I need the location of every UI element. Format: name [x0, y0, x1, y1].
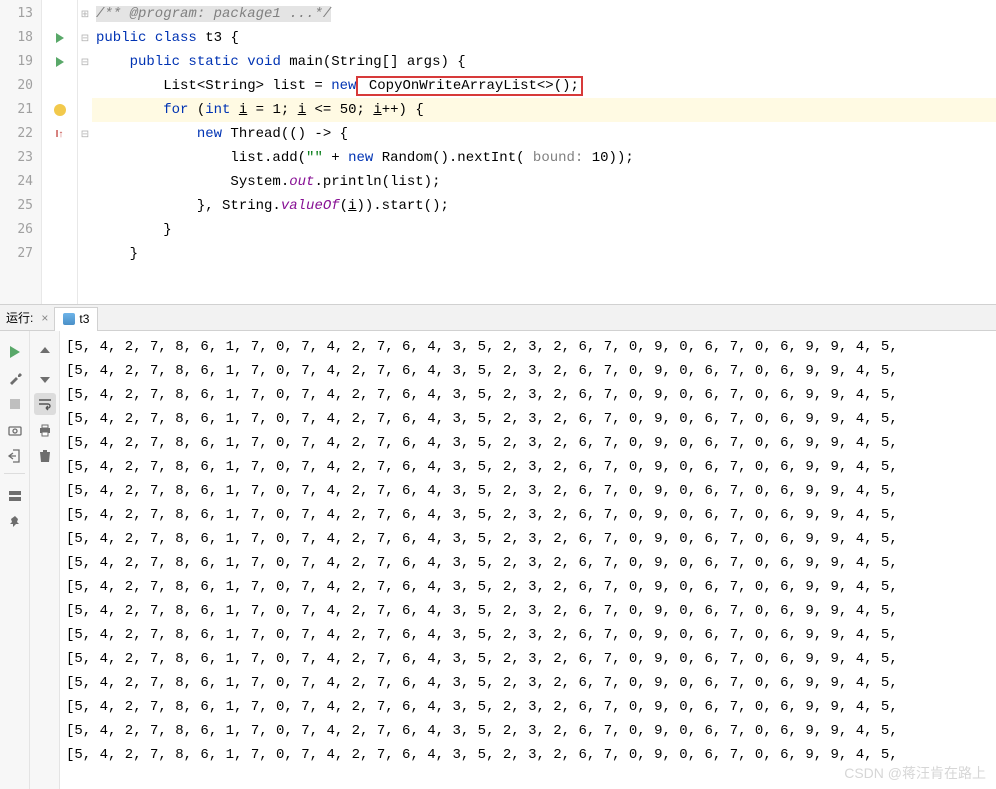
- line-number: 18: [0, 26, 41, 50]
- implements-gutter-icon[interactable]: I↑: [42, 122, 77, 146]
- console-line: [5, 4, 2, 7, 8, 6, 1, 7, 0, 7, 4, 2, 7, …: [66, 719, 996, 743]
- up-icon[interactable]: [34, 341, 56, 363]
- camera-icon[interactable]: [4, 419, 26, 441]
- pin-icon[interactable]: [4, 511, 26, 533]
- console-line: [5, 4, 2, 7, 8, 6, 1, 7, 0, 7, 4, 2, 7, …: [66, 335, 996, 359]
- console-line: [5, 4, 2, 7, 8, 6, 1, 7, 0, 7, 4, 2, 7, …: [66, 671, 996, 695]
- line-number: 27: [0, 242, 41, 266]
- line-numbers: 1318192021222324252627: [0, 0, 42, 304]
- code-line[interactable]: }: [92, 242, 996, 266]
- console-line: [5, 4, 2, 7, 8, 6, 1, 7, 0, 7, 4, 2, 7, …: [66, 407, 996, 431]
- code-line[interactable]: public class t3 {: [92, 26, 996, 50]
- gutter-blank: [42, 146, 77, 170]
- watermark-text: CSDN @蒋汪肯在路上: [844, 763, 986, 783]
- gutter-blank: [42, 170, 77, 194]
- gutter-blank: [42, 74, 77, 98]
- gutter-marks[interactable]: I↑: [42, 0, 78, 304]
- run-tab-label: t3: [79, 312, 89, 326]
- code-area[interactable]: /** @program: package1 ...*/public class…: [92, 0, 996, 304]
- run-gutter-icon[interactable]: [42, 50, 77, 74]
- line-number: 13: [0, 2, 41, 26]
- fold-column[interactable]: ⊞⊟⊟⊟: [78, 0, 92, 304]
- run-sidebar-left: [0, 331, 30, 789]
- fold-toggle[interactable]: ⊟: [78, 50, 92, 74]
- wrench-icon[interactable]: [4, 367, 26, 389]
- fold-toggle[interactable]: ⊞: [78, 2, 92, 26]
- code-line[interactable]: List<String> list = new CopyOnWriteArray…: [92, 74, 996, 98]
- fold-toggle: [78, 74, 92, 98]
- code-line[interactable]: /** @program: package1 ...*/: [92, 2, 996, 26]
- soft-wrap-icon[interactable]: [34, 393, 56, 415]
- line-number: 24: [0, 170, 41, 194]
- run-label: 运行:: [6, 309, 33, 326]
- code-line[interactable]: new Thread(() -> {: [92, 122, 996, 146]
- gutter-blank: [42, 218, 77, 242]
- down-icon[interactable]: [34, 367, 56, 389]
- fold-toggle: [78, 218, 92, 242]
- console-line: [5, 4, 2, 7, 8, 6, 1, 7, 0, 7, 4, 2, 7, …: [66, 647, 996, 671]
- fold-toggle: [78, 170, 92, 194]
- console-line: [5, 4, 2, 7, 8, 6, 1, 7, 0, 7, 4, 2, 7, …: [66, 359, 996, 383]
- line-number: 20: [0, 74, 41, 98]
- line-number: 23: [0, 146, 41, 170]
- rerun-icon[interactable]: [4, 341, 26, 363]
- console-line: [5, 4, 2, 7, 8, 6, 1, 7, 0, 7, 4, 2, 7, …: [66, 623, 996, 647]
- app-icon: [63, 313, 75, 325]
- code-line[interactable]: }, String.valueOf(i)).start();: [92, 194, 996, 218]
- close-icon[interactable]: ×: [41, 311, 48, 325]
- console-line: [5, 4, 2, 7, 8, 6, 1, 7, 0, 7, 4, 2, 7, …: [66, 527, 996, 551]
- line-number: 21: [0, 98, 41, 122]
- console-line: [5, 4, 2, 7, 8, 6, 1, 7, 0, 7, 4, 2, 7, …: [66, 431, 996, 455]
- console-line: [5, 4, 2, 7, 8, 6, 1, 7, 0, 7, 4, 2, 7, …: [66, 695, 996, 719]
- code-line[interactable]: System.out.println(list);: [92, 170, 996, 194]
- fold-toggle: [78, 242, 92, 266]
- console-line: [5, 4, 2, 7, 8, 6, 1, 7, 0, 7, 4, 2, 7, …: [66, 383, 996, 407]
- console-line: [5, 4, 2, 7, 8, 6, 1, 7, 0, 7, 4, 2, 7, …: [66, 503, 996, 527]
- layout-icon[interactable]: [4, 485, 26, 507]
- console-line: [5, 4, 2, 7, 8, 6, 1, 7, 0, 7, 4, 2, 7, …: [66, 551, 996, 575]
- run-panel: [5, 4, 2, 7, 8, 6, 1, 7, 0, 7, 4, 2, 7, …: [0, 305, 996, 789]
- console-output[interactable]: [5, 4, 2, 7, 8, 6, 1, 7, 0, 7, 4, 2, 7, …: [60, 331, 996, 789]
- code-line[interactable]: }: [92, 218, 996, 242]
- console-line: [5, 4, 2, 7, 8, 6, 1, 7, 0, 7, 4, 2, 7, …: [66, 455, 996, 479]
- stop-icon[interactable]: [4, 393, 26, 415]
- run-tab[interactable]: t3: [54, 307, 98, 331]
- run-tool-header: 运行: × t3: [0, 305, 996, 331]
- run-gutter-icon[interactable]: [42, 26, 77, 50]
- fold-toggle: [78, 146, 92, 170]
- run-sidebar-right: [30, 331, 60, 789]
- fold-toggle: [78, 98, 92, 122]
- code-line[interactable]: list.add("" + new Random().nextInt( boun…: [92, 146, 996, 170]
- line-number: 22: [0, 122, 41, 146]
- fold-toggle: [78, 194, 92, 218]
- code-line[interactable]: for (int i = 1; i <= 50; i++) {: [92, 98, 996, 122]
- console-line: [5, 4, 2, 7, 8, 6, 1, 7, 0, 7, 4, 2, 7, …: [66, 479, 996, 503]
- code-editor[interactable]: 1318192021222324252627 I↑ ⊞⊟⊟⊟ /** @prog…: [0, 0, 996, 305]
- line-number: 19: [0, 50, 41, 74]
- fold-toggle[interactable]: ⊟: [78, 122, 92, 146]
- gutter-blank: [42, 194, 77, 218]
- intention-bulb-icon[interactable]: [42, 98, 77, 122]
- gutter-blank: [42, 242, 77, 266]
- trash-icon[interactable]: [34, 445, 56, 467]
- console-line: [5, 4, 2, 7, 8, 6, 1, 7, 0, 7, 4, 2, 7, …: [66, 575, 996, 599]
- exit-icon[interactable]: [4, 445, 26, 467]
- line-number: 26: [0, 218, 41, 242]
- gutter-blank: [42, 2, 77, 26]
- print-icon[interactable]: [34, 419, 56, 441]
- console-line: [5, 4, 2, 7, 8, 6, 1, 7, 0, 7, 4, 2, 7, …: [66, 599, 996, 623]
- code-line[interactable]: public static void main(String[] args) {: [92, 50, 996, 74]
- fold-toggle[interactable]: ⊟: [78, 26, 92, 50]
- line-number: 25: [0, 194, 41, 218]
